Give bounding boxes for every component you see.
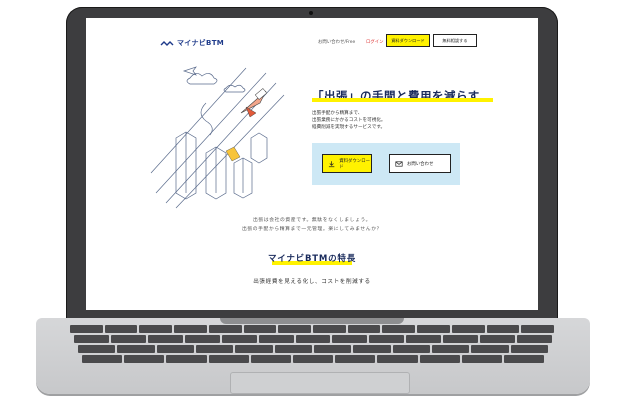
features-subtitle: 出張経費を見える化し、コストを削減する — [253, 279, 371, 285]
key-row — [74, 335, 552, 343]
hero-illustration — [150, 66, 285, 209]
hero-sub-line: 経費削減を実現するサービスです。 — [312, 125, 386, 130]
intro-line: 出張の手配から精算まで一元管理。楽にしてみませんか？ — [241, 227, 383, 232]
hero-sub-line: 出張業務にかかるコストを可視化。 — [312, 118, 386, 123]
header-contact-button[interactable]: 無料相談する — [433, 34, 477, 47]
laptop-hinge — [220, 318, 404, 324]
intro-line: 出張は会社の資産です。無駄をなくしましょう。 — [253, 218, 371, 223]
key-row — [82, 355, 545, 363]
header-download-button[interactable]: 資料ダウンロード — [386, 34, 430, 47]
trackpad[interactable] — [230, 372, 410, 394]
hero-contact-button[interactable]: お問い合わせ — [389, 154, 451, 173]
download-icon — [328, 160, 335, 167]
features-title: マイナビBTMの特長 — [267, 254, 357, 264]
key-row — [70, 325, 555, 333]
nav-link-login[interactable]: ログイン — [366, 39, 384, 45]
headline-highlight — [312, 98, 493, 102]
laptop-screen: マイナビBTM お問い合わせ/Free ログイン 資料ダウンロード 無料相談する — [86, 18, 538, 310]
nav-link-contact[interactable]: お問い合わせ/Free — [318, 39, 355, 45]
camera-icon — [309, 11, 313, 15]
hero-download-label: 資料ダウンロード — [339, 158, 370, 170]
mail-icon — [395, 160, 403, 167]
key-row — [78, 345, 548, 353]
hero-sub-line: 出張手配から精算まで、 — [312, 111, 363, 116]
keyboard — [70, 325, 555, 369]
hero-contact-label: お問い合わせ — [407, 161, 434, 167]
hero-download-button[interactable]: 資料ダウンロード — [322, 154, 372, 173]
